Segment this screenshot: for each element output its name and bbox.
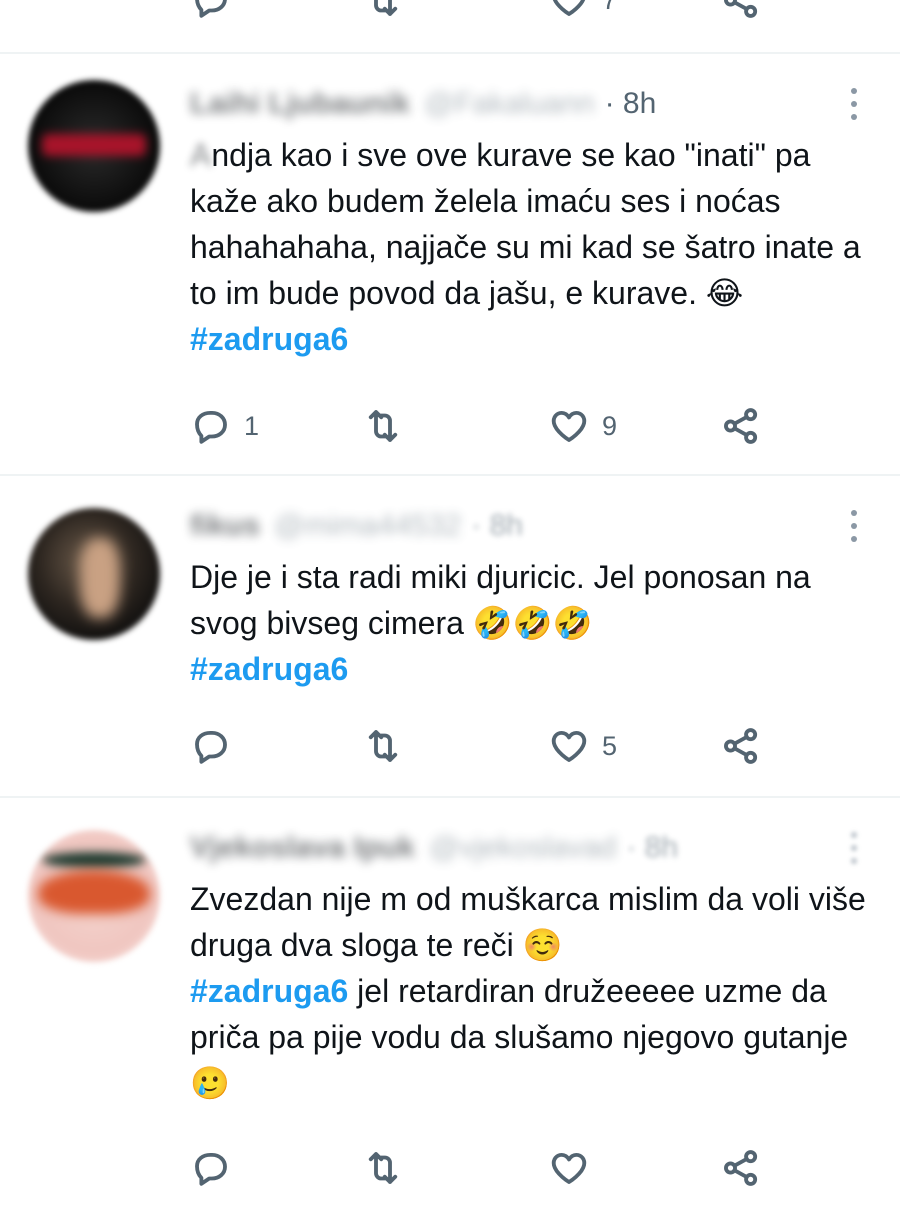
heart-icon [551,410,587,442]
hashtag-link[interactable]: #zadruga6 [190,651,348,687]
retweet-button[interactable] [362,1144,404,1192]
like-button[interactable]: 9 [548,402,617,450]
share-icon [724,728,758,764]
share-button[interactable] [720,722,762,770]
tweet-actions: 1 9 [190,402,790,450]
share-button[interactable] [720,1144,762,1192]
tweet-time[interactable]: · 8h [471,509,523,543]
share-button[interactable] [720,0,762,24]
like-count: 7 [602,0,617,16]
retweet-icon [368,410,398,442]
author-name[interactable]: fikus [190,509,260,543]
hashtag-link[interactable]: #zadruga6 [190,973,348,1009]
heart-icon [551,1152,587,1184]
avatar[interactable] [28,830,160,962]
share-icon [724,408,758,444]
reply-button[interactable]: 1 [190,402,259,450]
retweet-icon [368,730,398,762]
author-name[interactable]: Laihi Ljubaunik [190,87,410,121]
reply-button[interactable] [190,1144,232,1192]
tweet-header: Laihi Ljubaunik @Fakaluann · 8h [190,82,860,126]
divider [0,796,900,798]
tweet-time[interactable]: · 8h [605,87,657,121]
author-handle[interactable]: @mima44532 [274,509,461,543]
reply-button[interactable] [190,722,232,770]
share-icon [724,1150,758,1186]
tweet-text: Dje je i sta radi miki djuricic. Jel pon… [190,559,811,687]
retweet-button[interactable] [362,722,404,770]
tweet-actions [190,1144,790,1192]
share-icon [724,0,758,18]
like-count: 9 [602,410,618,441]
tweet-time[interactable]: · 8h [626,831,678,865]
like-button[interactable]: 5 [548,722,617,770]
like-button[interactable] [548,1144,590,1192]
heart-icon [552,0,586,16]
avatar[interactable] [28,508,160,640]
author-handle[interactable]: @Fakaluann [424,87,595,121]
tweet-header: fikus @mima44532 · 8h [190,504,860,548]
retweet-button[interactable] [362,0,404,24]
divider [0,474,900,476]
reply-count: 1 [244,410,260,441]
tweet-text: Andja kao i sve ove kurave se kao "inati… [190,137,861,357]
more-icon[interactable] [842,506,866,546]
reply-icon [195,730,227,764]
tweet-actions: 5 [190,722,790,770]
like-button[interactable]: 7 [548,0,617,24]
tweet-header: Vjekoslava Ipuk @vjekoslavad · 8h [190,826,860,870]
tweet-text: Zvezdan nije m od muškarca mislim da vol… [190,881,866,1101]
retweet-icon [368,1152,398,1184]
reply-icon [195,0,227,18]
heart-icon [551,730,587,762]
retweet-button[interactable] [362,402,404,450]
hashtag-link[interactable]: #zadruga6 [190,321,348,357]
reply-icon [195,1152,227,1186]
top-action-bar: 7 [190,0,790,24]
more-icon[interactable] [842,84,866,124]
reply-button[interactable] [190,0,232,24]
divider [0,52,900,54]
share-button[interactable] [720,402,762,450]
author-handle[interactable]: @vjekoslavad [429,831,616,865]
more-icon[interactable] [842,828,866,868]
retweet-icon [374,0,398,16]
avatar[interactable] [28,80,160,212]
like-count: 5 [602,730,618,761]
author-name[interactable]: Vjekoslava Ipuk [190,831,415,865]
reply-icon [195,410,227,444]
